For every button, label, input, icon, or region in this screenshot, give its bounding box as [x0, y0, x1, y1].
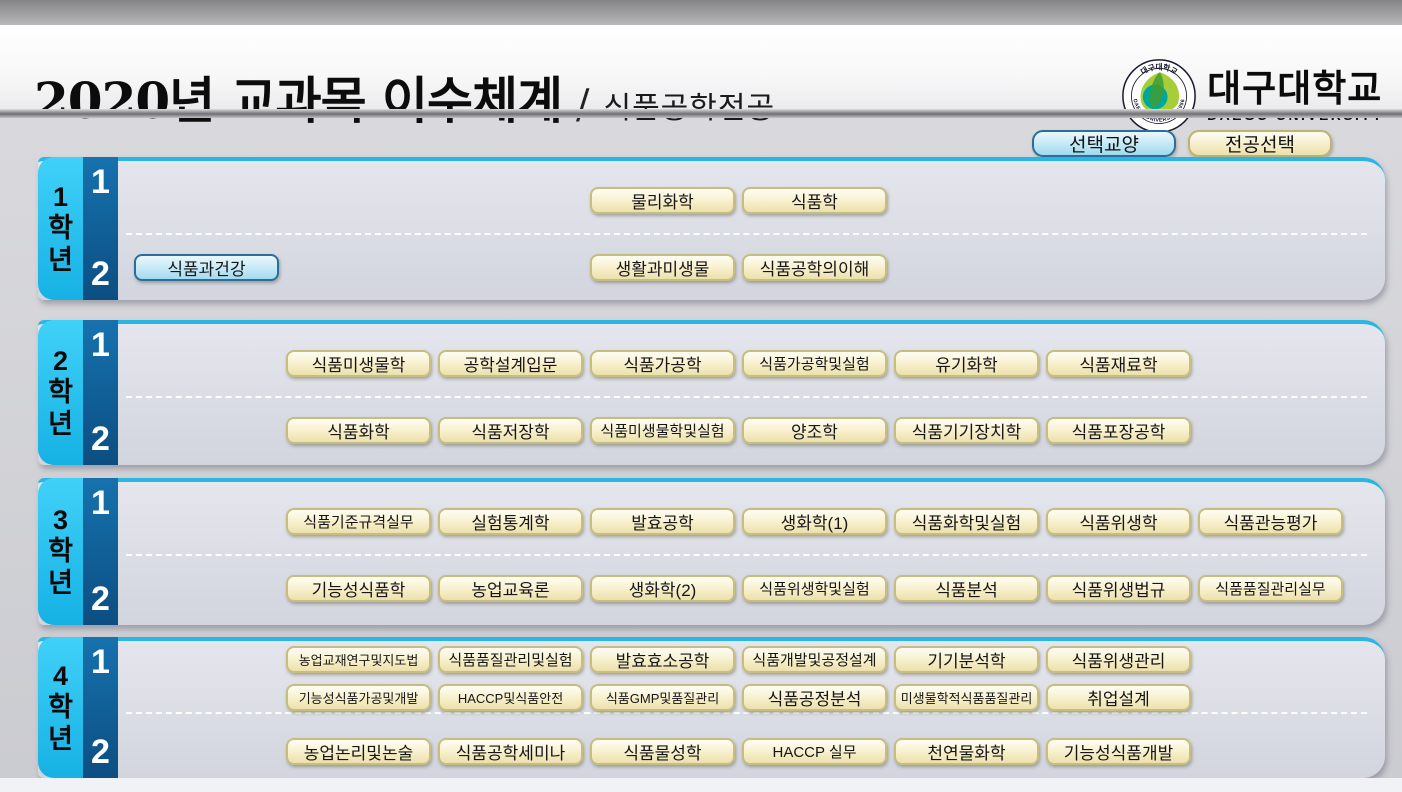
semester-divider: [126, 712, 1367, 714]
course-button[interactable]: 실험통계학: [438, 508, 583, 535]
course-button[interactable]: 생화학(1): [742, 508, 887, 535]
semester-1-number: 1: [83, 643, 118, 682]
course-button[interactable]: 생화학(2): [590, 575, 735, 602]
year-block-1: 1학년12물리화학식품학식품과건강생활과미생물식품공학의이해: [38, 157, 1385, 300]
course-button[interactable]: 식품개발및공정설계: [742, 646, 887, 673]
course-button[interactable]: 식품가공학및실험: [742, 350, 887, 377]
year-label-char: 년: [48, 246, 73, 274]
year-label-char: 년: [48, 410, 73, 438]
course-button[interactable]: 식품재료학: [1046, 350, 1191, 377]
year-2-label: 2 학년: [38, 320, 83, 465]
course-button[interactable]: 식품공학의이해: [742, 254, 887, 281]
year-label-char: 학: [48, 214, 73, 242]
course-button[interactable]: 식품과건강: [134, 254, 279, 281]
course-button[interactable]: 취업설계: [1046, 684, 1191, 711]
course-button[interactable]: 기능성식품가공및개발: [286, 684, 431, 711]
semester-column: 12: [83, 478, 118, 625]
year-label-char: 학: [48, 378, 73, 406]
course-button[interactable]: 식품품질관리및실험: [438, 646, 583, 673]
year-label-char: 2: [53, 347, 68, 375]
semester-2-number: 2: [83, 255, 118, 294]
header-divider-line: [0, 109, 1402, 118]
course-button[interactable]: 기기분석학: [894, 646, 1039, 673]
course-button[interactable]: 생활과미생물: [590, 254, 735, 281]
year-label-char: 학: [48, 693, 73, 721]
course-button[interactable]: 농업교재연구및지도법: [286, 646, 431, 673]
course-button[interactable]: 농업논리및논술: [286, 738, 431, 765]
semester-1-number: 1: [83, 484, 118, 523]
course-button[interactable]: 식품가공학: [590, 350, 735, 377]
course-button[interactable]: 식품공정분석: [742, 684, 887, 711]
semester-1-number: 1: [83, 326, 118, 365]
course-button[interactable]: 천연물화학: [894, 738, 1039, 765]
course-button[interactable]: HACCP 실무: [742, 738, 887, 765]
course-button[interactable]: 식품공학세미나: [438, 738, 583, 765]
course-button[interactable]: 식품위생학: [1046, 508, 1191, 535]
page-title: 2020년 교과목 이수체계 / 식품공학전공: [34, 61, 775, 133]
year-1-label: 1 학년: [38, 157, 83, 300]
year-label-char: 3: [53, 506, 68, 534]
header: 2020년 교과목 이수체계 / 식품공학전공 대구대학교 DAEGU UNIV…: [0, 25, 1402, 109]
title-divider: /: [576, 82, 589, 128]
semester-divider: [126, 396, 1367, 398]
course-button[interactable]: 농업교육론: [438, 575, 583, 602]
top-gray-bar: [0, 0, 1402, 25]
year-3-label: 3 학년: [38, 478, 83, 625]
footer-strip: [0, 778, 1402, 792]
course-button[interactable]: 식품저장학: [438, 417, 583, 444]
course-button[interactable]: 식품위생법규: [1046, 575, 1191, 602]
year-block-2: 2학년12식품미생물학공학설계입문식품가공학식품가공학및실험유기화학식품재료학식…: [38, 320, 1385, 465]
year-block-3: 3학년12식품기준규격실무실험통계학발효공학생화학(1)식품화학및실험식품위생학…: [38, 478, 1385, 625]
course-button[interactable]: 식품GMP및품질관리: [590, 684, 735, 711]
course-button[interactable]: 기능성식품개발: [1046, 738, 1191, 765]
course-button[interactable]: 물리화학: [590, 187, 735, 214]
course-button[interactable]: 기능성식품학: [286, 575, 431, 602]
course-button[interactable]: 공학설계입문: [438, 350, 583, 377]
semester-column: 12: [83, 637, 118, 778]
title-text: 2020년 교과목 이수체계: [34, 61, 562, 133]
legend-major-button[interactable]: 전공선택: [1188, 130, 1332, 157]
semester-divider: [126, 233, 1367, 235]
year-4-label: 4 학년: [38, 637, 83, 778]
university-seal-icon: 대구대학교 DAEGU UNIVERSITY 1956: [1121, 58, 1197, 134]
semester-divider: [126, 554, 1367, 556]
course-button[interactable]: 식품위생관리: [1046, 646, 1191, 673]
course-button[interactable]: 식품포장공학: [1046, 417, 1191, 444]
course-button[interactable]: 식품미생물학: [286, 350, 431, 377]
course-button[interactable]: 식품물성학: [590, 738, 735, 765]
semester-column: 12: [83, 320, 118, 465]
year-label-char: 년: [48, 725, 73, 753]
course-button[interactable]: 유기화학: [894, 350, 1039, 377]
university-logo: 대구대학교 DAEGU UNIVERSITY 1956 대구대학교 DAEGU …: [1121, 58, 1384, 134]
title-subtitle: 식품공학전공: [603, 83, 775, 127]
course-button[interactable]: 식품학: [742, 187, 887, 214]
course-button[interactable]: 발효공학: [590, 508, 735, 535]
course-button[interactable]: 미생물학적식품품질관리: [894, 684, 1039, 711]
course-button[interactable]: 식품관능평가: [1198, 508, 1343, 535]
course-button[interactable]: 식품품질관리실무: [1198, 575, 1343, 602]
year-label-char: 년: [48, 569, 73, 597]
semester-2-number: 2: [83, 733, 118, 772]
course-button[interactable]: 발효효소공학: [590, 646, 735, 673]
semester-2-number: 2: [83, 420, 118, 459]
semester-1-number: 1: [83, 163, 118, 202]
course-button[interactable]: 식품기기장치학: [894, 417, 1039, 444]
course-button[interactable]: 식품위생학및실험: [742, 575, 887, 602]
course-button[interactable]: 식품분석: [894, 575, 1039, 602]
semester-2-number: 2: [83, 580, 118, 619]
university-name-korean: 대구대학교: [1207, 70, 1384, 108]
year-label-char: 4: [53, 662, 68, 690]
course-button[interactable]: 식품화학및실험: [894, 508, 1039, 535]
course-button[interactable]: 식품화학: [286, 417, 431, 444]
semester-column: 12: [83, 157, 118, 300]
legend-elective-button[interactable]: 선택교양: [1032, 130, 1176, 157]
year-label-char: 1: [53, 183, 68, 211]
year-label-char: 학: [48, 537, 73, 565]
course-button[interactable]: 식품기준규격실무: [286, 508, 431, 535]
course-button[interactable]: HACCP및식품안전: [438, 684, 583, 711]
course-button[interactable]: 식품미생물학및실험: [590, 417, 735, 444]
slide-page: 2020년 교과목 이수체계 / 식품공학전공 대구대학교 DAEGU UNIV…: [0, 0, 1402, 792]
year-block-4: 4학년12농업교재연구및지도법식품품질관리및실험발효효소공학식품개발및공정설계기…: [38, 637, 1385, 778]
course-button[interactable]: 양조학: [742, 417, 887, 444]
